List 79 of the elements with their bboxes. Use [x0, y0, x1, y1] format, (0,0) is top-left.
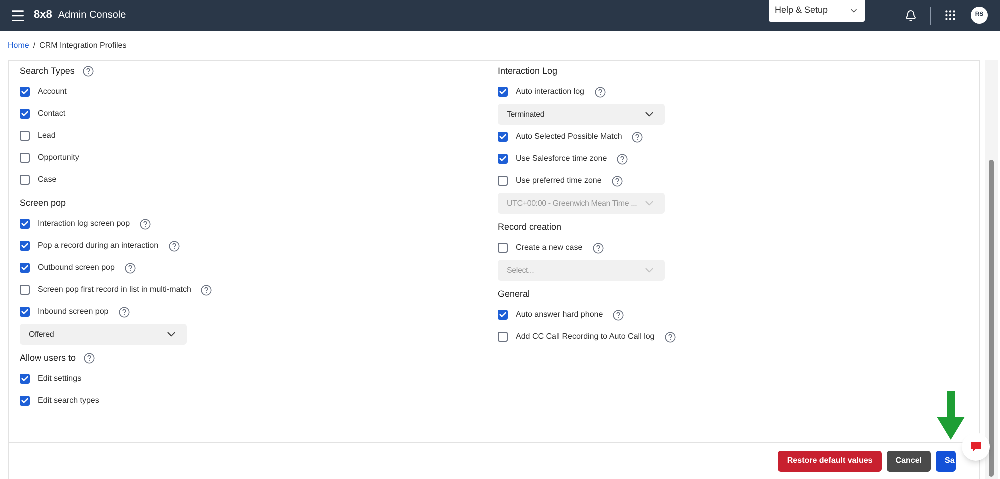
help-icon[interactable]	[632, 132, 644, 142]
checkbox[interactable]	[20, 153, 30, 163]
apps-grid-icon[interactable]	[944, 9, 957, 22]
checkbox-label: Screen pop first record in list in multi-match	[38, 284, 192, 296]
help-icon[interactable]	[168, 240, 180, 252]
checkbox-label: Auto Selected Possible Match	[516, 131, 622, 143]
breadcrumb-separator: /	[33, 40, 36, 52]
checkbox[interactable]	[20, 241, 30, 251]
checkbox[interactable]	[20, 131, 30, 141]
checkbox[interactable]	[20, 307, 30, 317]
dropdown-value: Terminated	[507, 108, 545, 120]
help-icon[interactable]	[664, 332, 676, 342]
checkbox[interactable]	[20, 285, 30, 295]
dropdown[interactable]: Terminated	[498, 104, 665, 125]
checkbox[interactable]	[20, 219, 30, 229]
help-icon[interactable]	[124, 262, 136, 274]
checkbox-label: Edit search types	[38, 395, 100, 407]
notification-bell-icon[interactable]	[905, 10, 917, 22]
checkbox[interactable]	[498, 176, 508, 186]
help-icon[interactable]	[140, 218, 152, 230]
help-icon[interactable]	[594, 86, 606, 98]
checkbox[interactable]	[20, 175, 30, 185]
help-icon[interactable]	[118, 306, 130, 318]
checkbox-label: Interaction log screen pop	[38, 218, 130, 230]
checkbox-label: Lead	[38, 130, 56, 142]
help-icon[interactable]	[612, 176, 623, 186]
checkbox[interactable]	[20, 263, 30, 273]
breadcrumb-link[interactable]: Home	[8, 40, 30, 52]
checkbox[interactable]	[498, 87, 508, 97]
help-icon[interactable]	[617, 154, 628, 164]
footer-button[interactable]: Restore default values	[778, 450, 882, 472]
checkbox-label: Edit settings	[38, 373, 82, 385]
arrow-annotation	[936, 389, 966, 441]
checkbox-label: Account	[38, 86, 67, 98]
checkbox[interactable]	[20, 396, 30, 406]
brand-logo: 8x8	[34, 8, 52, 24]
checkbox-label: Inbound screen pop	[38, 306, 109, 318]
chat-icon	[970, 441, 982, 453]
checkbox-label: Auto interaction log	[516, 86, 584, 98]
checkbox[interactable]	[20, 109, 30, 119]
help-icon[interactable]	[592, 242, 604, 254]
checkbox-label: Outbound screen pop	[38, 262, 115, 274]
checkbox-label: Case	[38, 174, 57, 186]
checkbox[interactable]	[20, 374, 30, 384]
section-heading: Interaction Log	[498, 64, 558, 78]
checkbox-label: Contact	[38, 108, 66, 120]
help-dropdown[interactable]: Help & Setup	[769, 0, 865, 22]
section-heading: Allow users to	[20, 352, 76, 365]
checkbox[interactable]	[498, 132, 508, 142]
section-heading: Screen pop	[20, 196, 66, 210]
chat-launcher-overlay[interactable]	[962, 433, 990, 461]
checkbox-label: Add CC Call Recording to Auto Call log	[516, 331, 655, 343]
breadcrumb-current: CRM Integration Profiles	[40, 40, 127, 52]
checkbox[interactable]	[498, 332, 508, 342]
menu-icon[interactable]	[10, 8, 26, 24]
checkbox-label: Use Salesforce time zone	[516, 153, 608, 165]
checkbox[interactable]	[20, 87, 30, 97]
footer-button[interactable]: Sa	[936, 450, 956, 472]
app-title: Admin Console	[58, 9, 126, 23]
help-icon[interactable]	[613, 310, 624, 320]
checkbox-label: Auto answer hard phone	[516, 309, 604, 321]
footer-button[interactable]: Cancel	[886, 450, 931, 472]
dropdown[interactable]: Offered	[20, 324, 187, 345]
checkbox-label: Use preferred time zone	[516, 175, 602, 187]
checkbox[interactable]	[498, 243, 508, 253]
section-heading: General	[498, 288, 530, 301]
help-icon[interactable]	[82, 66, 94, 77]
checkbox-label: Opportunity	[38, 152, 80, 164]
section-heading: Record creation	[498, 220, 562, 234]
help-icon[interactable]	[84, 353, 96, 364]
checkbox-label: Pop a record during an interaction	[38, 240, 159, 252]
dropdown-value: Offered	[29, 328, 54, 340]
checkbox[interactable]	[498, 154, 508, 164]
checkbox[interactable]	[498, 310, 508, 320]
checkbox-label: Create a new case	[516, 242, 583, 254]
help-icon[interactable]	[201, 284, 212, 296]
section-heading: Search Types	[20, 64, 75, 78]
dropdown-placeholder: Select...	[507, 264, 534, 276]
dropdown-value: UTC+00:00 - Greenwich Mean Time ...	[507, 198, 638, 210]
